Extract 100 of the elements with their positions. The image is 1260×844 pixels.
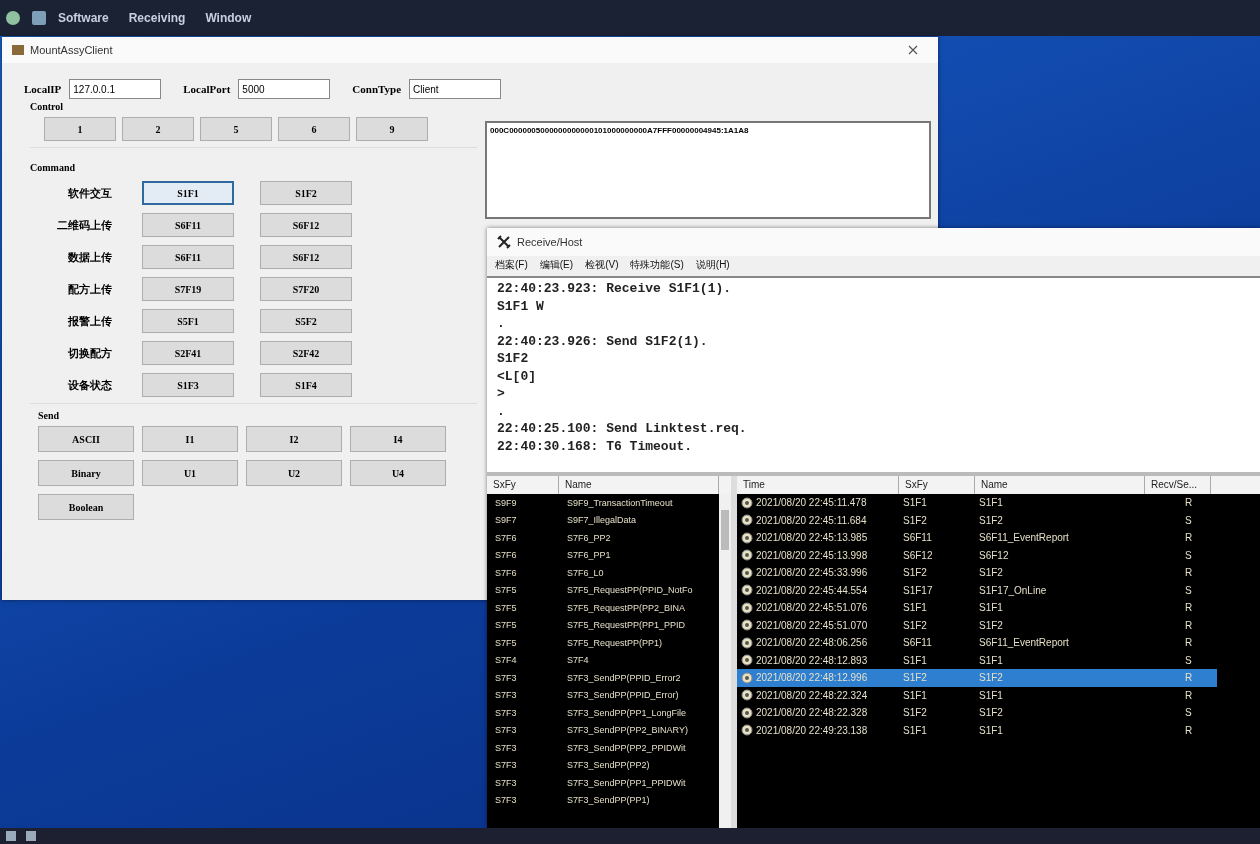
list-item[interactable]: S7F3_SendPP(PP2) bbox=[559, 760, 719, 771]
menu-item[interactable]: 检视(V) bbox=[585, 258, 619, 272]
send-button[interactable]: U1 bbox=[142, 460, 238, 486]
command-button[interactable]: S1F2 bbox=[260, 181, 352, 205]
table-cell-text: S1F2 bbox=[902, 672, 928, 684]
menu-item[interactable]: 说明(H) bbox=[695, 258, 730, 272]
list-item[interactable]: S7F5_RequestPP(PP2_BINA bbox=[559, 602, 719, 613]
table-cell-text: S1F2 bbox=[902, 567, 928, 579]
history-row[interactable]: 2021/08/20 22:45:51.076 S1F1 S1F1 R bbox=[737, 599, 1217, 617]
menu-item[interactable]: 特殊功能(S) bbox=[630, 258, 684, 272]
list-item[interactable]: S7F3_SendPP(PP1) bbox=[559, 795, 719, 806]
menu-item[interactable]: Receiving bbox=[128, 11, 186, 25]
table-cell-text: S1F17_OnLine bbox=[978, 584, 1048, 596]
history-row[interactable]: 2021/08/20 22:45:13.985 S6F11 S6F11_EventReport R bbox=[737, 529, 1217, 547]
list-item[interactable]: S7F6_PP2 bbox=[559, 532, 719, 543]
history-row[interactable]: 2021/08/20 22:45:11.478 S1F1 S1F1 R bbox=[737, 494, 1217, 512]
list-cell-text: S7F3 bbox=[494, 760, 518, 771]
command-button[interactable]: S1F1 bbox=[142, 181, 234, 205]
input-field[interactable]: 127.0.0.1 bbox=[69, 79, 162, 99]
table-cell-text: S bbox=[1184, 654, 1193, 666]
control-button[interactable]: 9 bbox=[356, 117, 428, 141]
time-cell: 2021/08/20 22:49:23.138 bbox=[756, 724, 868, 736]
history-row[interactable]: 2021/08/20 22:45:51.070 S1F2 S1F2 R bbox=[737, 616, 1217, 634]
list-item[interactable]: S9F9_TransactionTimeout bbox=[559, 497, 719, 508]
log-line: > bbox=[497, 385, 506, 403]
list-item[interactable]: S7F3_SendPP(PP1_LongFile bbox=[559, 707, 719, 718]
list-item[interactable]: S7F3_SendPP(PP1_PPIDWit bbox=[559, 777, 719, 788]
input-field[interactable]: Client bbox=[409, 79, 502, 99]
menu-item[interactable]: 编辑(E) bbox=[539, 258, 574, 272]
log-line: S1F1 W bbox=[497, 297, 545, 315]
send-button[interactable]: Boolean bbox=[38, 494, 134, 520]
command-button[interactable]: S6F11 bbox=[142, 245, 234, 269]
message-text-area[interactable]: 000C0000005000000000000101000000000A7FFF00000004945:1A1A8 bbox=[485, 121, 931, 219]
history-row[interactable]: 2021/08/20 22:48:22.328 S1F2 S1F2 S bbox=[737, 704, 1217, 722]
time-cell: 2021/08/20 22:45:13.998 bbox=[756, 549, 868, 561]
list-item[interactable]: S7F6_PP1 bbox=[559, 550, 719, 561]
history-row[interactable]: 2021/08/20 22:45:33.996 S1F2 S1F2 R bbox=[737, 564, 1217, 582]
command-button[interactable]: S6F11 bbox=[142, 213, 234, 237]
list-item[interactable]: S7F3_SendPP(PPID_Error2 bbox=[559, 672, 719, 683]
command-button[interactable]: S2F42 bbox=[260, 341, 352, 365]
send-button[interactable]: I2 bbox=[246, 426, 342, 452]
send-button[interactable]: I1 bbox=[142, 426, 238, 452]
command-button[interactable]: S7F20 bbox=[260, 277, 352, 301]
column-header[interactable]: SxFy bbox=[487, 476, 559, 494]
command-button[interactable]: S6F12 bbox=[260, 213, 352, 237]
send-button[interactable]: Binary bbox=[38, 460, 134, 486]
command-button[interactable]: S5F1 bbox=[142, 309, 234, 333]
list-item[interactable]: S7F5_RequestPP(PP1_PPID bbox=[559, 620, 719, 631]
table-cell-text: S bbox=[1184, 514, 1193, 526]
list-item[interactable]: S7F3_SendPP(PP2_BINARY) bbox=[559, 725, 719, 736]
command-button[interactable]: S2F41 bbox=[142, 341, 234, 365]
history-row[interactable]: 2021/08/20 22:48:06.256 S6F11 S6F11_EventReport R bbox=[737, 634, 1217, 652]
command-button[interactable]: S1F4 bbox=[260, 373, 352, 397]
list-item[interactable]: S7F5_RequestPP(PPID_NotFo bbox=[559, 585, 719, 596]
column-header[interactable]: Name bbox=[975, 476, 1145, 494]
list-cell-text: S7F3 bbox=[494, 725, 518, 736]
history-row[interactable]: 2021/08/20 22:49:23.138 S1F1 S1F1 R bbox=[737, 721, 1217, 739]
app-icon[interactable] bbox=[26, 831, 36, 841]
send-button[interactable]: U2 bbox=[246, 460, 342, 486]
time-cell: 2021/08/20 22:48:12.893 bbox=[756, 654, 868, 666]
menu-item[interactable]: Window bbox=[205, 11, 252, 25]
scroll-bar[interactable] bbox=[719, 494, 731, 828]
menu-item[interactable]: Software bbox=[58, 11, 109, 25]
list-item[interactable]: S7F3_SendPP(PP2_PPIDWit bbox=[559, 742, 719, 753]
table-cell-text: R bbox=[1184, 619, 1194, 631]
control-button[interactable]: 1 bbox=[44, 117, 116, 141]
table-cell-text: S6F11 bbox=[902, 532, 933, 544]
send-button[interactable]: I4 bbox=[350, 426, 446, 452]
list-item[interactable]: S7F3_SendPP(PPID_Error) bbox=[559, 690, 719, 701]
control-button[interactable]: 6 bbox=[278, 117, 350, 141]
table-cell-text: S1F2 bbox=[978, 567, 1004, 579]
list-item[interactable]: S7F5_RequestPP(PP1) bbox=[559, 637, 719, 648]
send-button[interactable]: U4 bbox=[350, 460, 446, 486]
list-item[interactable]: S7F6_L0 bbox=[559, 567, 719, 578]
column-header[interactable]: Name bbox=[559, 476, 719, 494]
command-button[interactable]: S6F12 bbox=[260, 245, 352, 269]
history-row[interactable]: 2021/08/20 22:48:12.893 S1F1 S1F1 S bbox=[737, 651, 1217, 669]
command-button[interactable]: S1F3 bbox=[142, 373, 234, 397]
control-button[interactable]: 5 bbox=[200, 117, 272, 141]
input-field[interactable]: 5000 bbox=[238, 79, 331, 99]
list-item[interactable]: S9F7_IllegalData bbox=[559, 515, 719, 526]
table-cell-text: S1F1 bbox=[902, 602, 928, 614]
menu-item[interactable]: 档案(F) bbox=[495, 258, 528, 272]
history-row[interactable]: 2021/08/20 22:45:13.998 S6F12 S6F12 S bbox=[737, 546, 1217, 564]
command-button[interactable]: S5F2 bbox=[260, 309, 352, 333]
circle-icon[interactable] bbox=[6, 11, 20, 25]
start-icon[interactable] bbox=[6, 831, 16, 841]
column-header[interactable]: SxFy bbox=[899, 476, 975, 494]
history-row[interactable]: 2021/08/20 22:45:44.554 S1F17 S1F17_OnLine S bbox=[737, 581, 1217, 599]
log-line: 22:40:25.100: Send Linktest.req. bbox=[497, 420, 748, 438]
control-button[interactable]: 2 bbox=[122, 117, 194, 141]
column-header[interactable]: Recv/Se... bbox=[1145, 476, 1211, 494]
send-button[interactable]: ASCII bbox=[38, 426, 134, 452]
close-icon[interactable] bbox=[908, 45, 918, 55]
list-item[interactable]: S7F4 bbox=[559, 655, 719, 666]
history-row[interactable]: 2021/08/20 22:48:22.324 S1F1 S1F1 R bbox=[737, 686, 1217, 704]
command-button[interactable]: S7F19 bbox=[142, 277, 234, 301]
square-icon[interactable] bbox=[32, 11, 46, 25]
column-header[interactable]: Time bbox=[737, 476, 899, 494]
history-row[interactable]: 2021/08/20 22:45:11.684 S1F2 S1F2 S bbox=[737, 511, 1217, 529]
